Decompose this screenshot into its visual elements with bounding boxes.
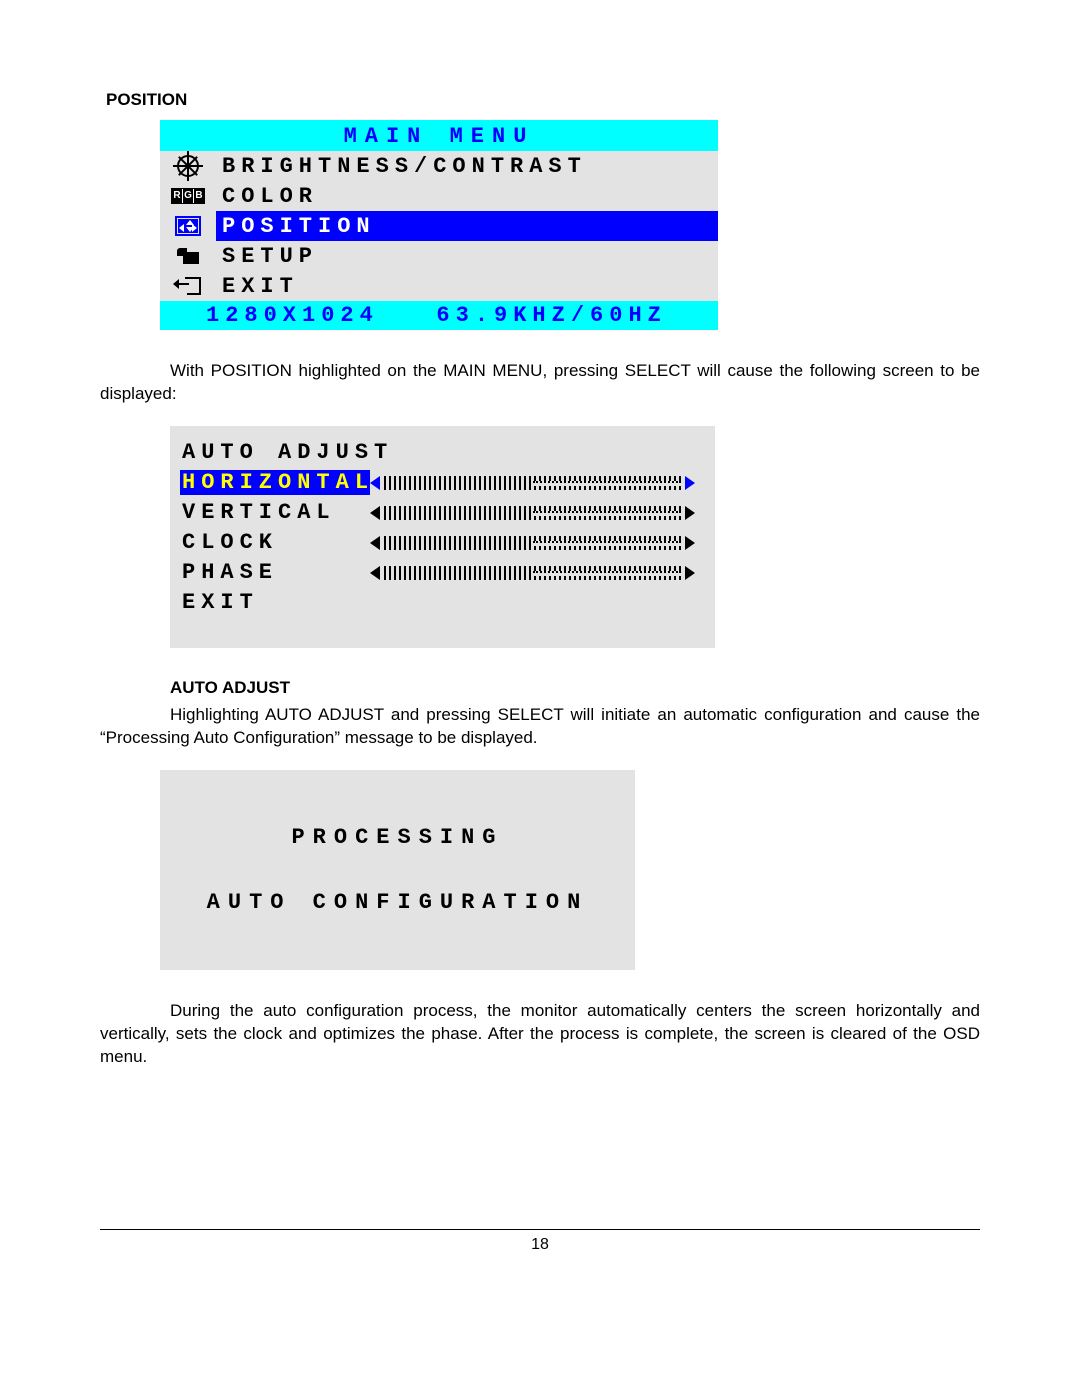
osd-title: MAIN MENU: [160, 120, 718, 151]
submenu-item-label: CLOCK: [180, 530, 370, 555]
slider-increase-icon[interactable]: [685, 566, 695, 580]
menu-item-position[interactable]: POSITION: [160, 211, 718, 241]
submenu-item-label: EXIT: [180, 590, 370, 615]
osd-status-line: 1280X1024 63.9KHZ/60HZ: [160, 301, 718, 330]
menu-item-color[interactable]: RGB COLOR: [160, 181, 718, 211]
menu-item-brightness[interactable]: BRIGHTNESS/CONTRAST: [160, 151, 718, 181]
setup-icon: [160, 241, 216, 271]
slider-horizontal[interactable]: [370, 476, 695, 490]
rgb-icon: RGB: [160, 181, 216, 211]
processing-line-2: AUTO CONFIGURATION: [207, 890, 589, 915]
menu-item-exit[interactable]: EXIT: [160, 271, 718, 301]
slider-increase-icon[interactable]: [685, 506, 695, 520]
submenu-item-auto-adjust[interactable]: AUTO ADJUST: [180, 438, 695, 468]
slider-decrease-icon[interactable]: [370, 536, 380, 550]
menu-item-label: EXIT: [216, 271, 718, 301]
menu-item-label: POSITION: [216, 211, 718, 241]
paragraph-1-text: With POSITION highlighted on the MAIN ME…: [100, 361, 980, 403]
slider-track: [384, 566, 681, 580]
submenu-item-label: VERTICAL: [180, 500, 370, 525]
submenu-item-horizontal[interactable]: HORIZONTAL: [180, 468, 695, 498]
slider-track: [384, 506, 681, 520]
slider-decrease-icon[interactable]: [370, 566, 380, 580]
slider-phase[interactable]: [370, 566, 695, 580]
footer-rule: [100, 1229, 980, 1230]
submenu-item-vertical[interactable]: VERTICAL: [180, 498, 695, 528]
slider-clock[interactable]: [370, 536, 695, 550]
submenu-item-phase[interactable]: PHASE: [180, 558, 695, 588]
osd-main-menu: MAIN MENU BRIGHTNESS/CONTRAST RGB COLOR …: [160, 120, 718, 330]
menu-item-label: COLOR: [216, 181, 718, 211]
page-number: 18: [100, 1236, 980, 1254]
heading-position: POSITION: [106, 90, 980, 110]
osd-position-submenu: AUTO ADJUST HORIZONTAL VERTICAL CLOCK: [170, 426, 715, 648]
submenu-item-label: PHASE: [180, 560, 370, 585]
heading-auto-adjust: AUTO ADJUST: [170, 678, 980, 698]
document-page: POSITION MAIN MENU BRIGHTNESS/CONTRAST R…: [0, 0, 1080, 1397]
menu-item-label: BRIGHTNESS/CONTRAST: [216, 151, 718, 181]
submenu-item-label: AUTO ADJUST: [180, 440, 370, 465]
exit-icon: [160, 271, 216, 301]
paragraph-1: With POSITION highlighted on the MAIN ME…: [100, 360, 980, 406]
paragraph-2: Highlighting AUTO ADJUST and pressing SE…: [100, 704, 980, 750]
paragraph-3-text: During the auto configuration process, t…: [100, 1001, 980, 1066]
slider-increase-icon[interactable]: [685, 476, 695, 490]
processing-line-1: PROCESSING: [291, 825, 503, 850]
submenu-item-clock[interactable]: CLOCK: [180, 528, 695, 558]
slider-track: [384, 476, 681, 490]
paragraph-2-text: Highlighting AUTO ADJUST and pressing SE…: [100, 705, 980, 747]
slider-decrease-icon[interactable]: [370, 476, 380, 490]
brightness-icon: [160, 151, 216, 181]
slider-increase-icon[interactable]: [685, 536, 695, 550]
menu-item-label: SETUP: [216, 241, 718, 271]
slider-decrease-icon[interactable]: [370, 506, 380, 520]
submenu-item-exit[interactable]: EXIT: [180, 588, 695, 618]
menu-item-setup[interactable]: SETUP: [160, 241, 718, 271]
position-icon: [160, 211, 216, 241]
slider-track: [384, 536, 681, 550]
processing-message-box: PROCESSING AUTO CONFIGURATION: [160, 770, 635, 970]
submenu-item-label: HORIZONTAL: [180, 470, 370, 495]
paragraph-3: During the auto configuration process, t…: [100, 1000, 980, 1069]
slider-vertical[interactable]: [370, 506, 695, 520]
